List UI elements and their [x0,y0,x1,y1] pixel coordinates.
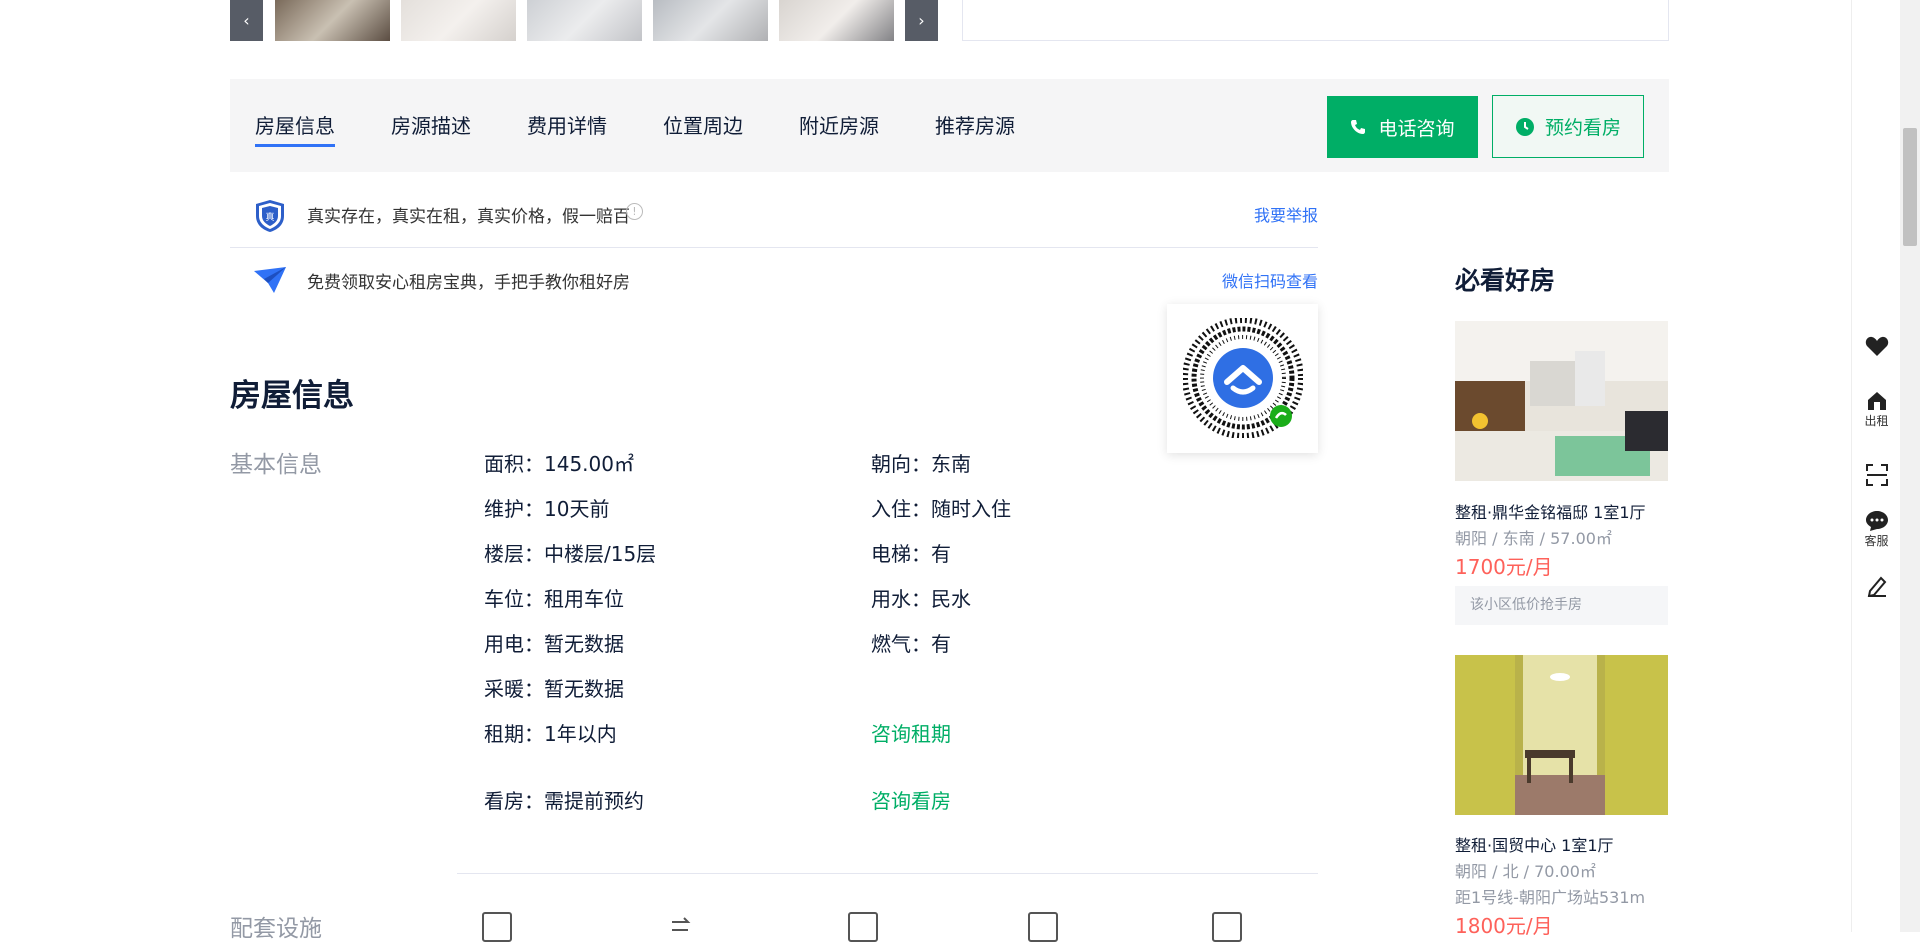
guide-text: 免费领取安心租房宝典，手把手教你租好房 [307,272,630,293]
tab-location[interactable]: 位置周边 [663,110,743,139]
recommend-card-price: 1700元/月 [1455,555,1553,579]
scrollbar-thumb[interactable] [1903,128,1917,246]
edit-icon [1867,576,1886,597]
thumbnail-image[interactable] [527,0,642,41]
info-icon[interactable]: ! [626,203,643,220]
thumbnail-image[interactable] [401,0,516,41]
tab-house-info[interactable]: 房屋信息 [255,110,335,147]
facility-icon [482,912,512,942]
consult-viewing-link[interactable]: 咨询看房 [871,785,951,814]
thumbnail-strip: ‹ › [230,0,938,41]
qr-code-popup [1167,304,1318,453]
call-consult-button[interactable]: 电话咨询 [1327,96,1478,158]
info-orientation: 朝向：东南 [871,452,971,476]
tab-description[interactable]: 房源描述 [391,110,471,139]
thumb-prev-button[interactable]: ‹ [230,0,263,41]
detail-tab-bar: 房屋信息 房源描述 费用详情 位置周边 附近房源 推荐房源 电话咨询 预约看房 [230,79,1669,172]
info-area: 面积：145.00㎡ [484,452,634,476]
heart-icon [1865,336,1888,356]
tab-nearby[interactable]: 附近房源 [799,110,879,139]
info-water: 用水：民水 [871,587,971,611]
book-visit-button[interactable]: 预约看房 [1492,95,1644,158]
recommend-card-image[interactable] [1455,655,1668,815]
wechat-scan-link[interactable]: 微信扫码查看 [1222,268,1318,292]
feedback-button[interactable] [1852,575,1901,597]
thumbnail-image[interactable] [275,0,390,41]
customer-service-button[interactable]: 客服 [1852,510,1901,549]
facility-icon [848,912,878,942]
phone-icon [1351,120,1366,134]
guarantee-notice: 真 真实存在，真实在租，真实价格，假一赔百 ! 我要举报 [230,181,1318,247]
customer-service-label: 客服 [1864,534,1889,548]
report-link[interactable]: 我要举报 [1254,202,1318,226]
guarantee-text: 真实存在，真实在租，真实价格，假一赔百 [307,206,630,227]
facility-icon [1028,912,1058,942]
house-info-title: 房屋信息 [230,378,354,414]
rent-out-label: 出租 [1864,414,1889,428]
paper-plane-icon [254,267,286,293]
scan-button[interactable] [1852,463,1901,487]
recommend-card-tag: 该小区低价抢手房 [1455,586,1668,625]
tab-recommend[interactable]: 推荐房源 [935,110,1015,139]
facilities-label: 配套设施 [230,916,322,942]
recommend-card-meta: 朝阳 / 北 / 70.00㎡ [1455,862,1596,881]
info-heating: 采暖：暂无数据 [484,677,624,701]
info-parking: 车位：租用车位 [484,587,624,611]
info-viewing: 看房：需提前预约 [484,789,644,813]
rent-out-button[interactable]: 出租 [1852,390,1901,429]
recommend-card-title[interactable]: 整租·国贸中心 1室1厅 [1455,832,1614,856]
info-floor: 楼层：中楼层/15层 [484,542,657,566]
info-elevator: 电梯：有 [871,542,951,566]
info-maintain: 维护：10天前 [484,497,610,521]
recommend-card-distance: 距1号线-朝阳广场站531m [1455,888,1646,907]
house-icon [1867,392,1886,410]
facility-icon [1212,912,1242,942]
side-toolbar: 出租 客服 [1851,0,1900,932]
shield-badge-text: 真 [265,211,274,223]
recommend-card-meta: 朝阳 / 东南 / 57.00㎡ [1455,529,1612,548]
consult-lease-link[interactable]: 咨询租期 [871,718,951,747]
thumbnail-image[interactable] [653,0,768,41]
price-panel [962,0,1669,41]
info-gas: 燃气：有 [871,632,951,656]
chat-icon [1865,511,1888,531]
facility-icon [668,912,698,942]
basic-info-label: 基本信息 [230,452,322,478]
info-electric: 用电：暂无数据 [484,632,624,656]
recommend-card-title[interactable]: 整租·鼎华金铭福邸 1室1厅 [1455,499,1646,523]
guide-notice: 免费领取安心租房宝典，手把手教你租好房 微信扫码查看 [230,247,1318,313]
scan-icon [1865,464,1888,486]
thumbnail-image[interactable] [779,0,894,41]
call-consult-label: 电话咨询 [1378,117,1455,140]
recommend-card-price: 1800元/月 [1455,914,1553,938]
recommend-card-image[interactable] [1455,321,1668,481]
clock-icon [1515,117,1534,136]
book-visit-label: 预约看房 [1544,117,1621,139]
info-movein: 入住：随时入住 [871,497,1011,521]
recommend-title: 必看好房 [1455,266,1556,295]
tab-fees[interactable]: 费用详情 [527,110,607,139]
shield-icon: 真 [256,200,284,232]
info-lease: 租期：1年以内 [484,722,617,746]
qr-code-icon [1183,318,1303,438]
divider [457,873,1318,874]
thumb-next-button[interactable]: › [905,0,938,41]
favorite-button[interactable] [1852,335,1901,357]
